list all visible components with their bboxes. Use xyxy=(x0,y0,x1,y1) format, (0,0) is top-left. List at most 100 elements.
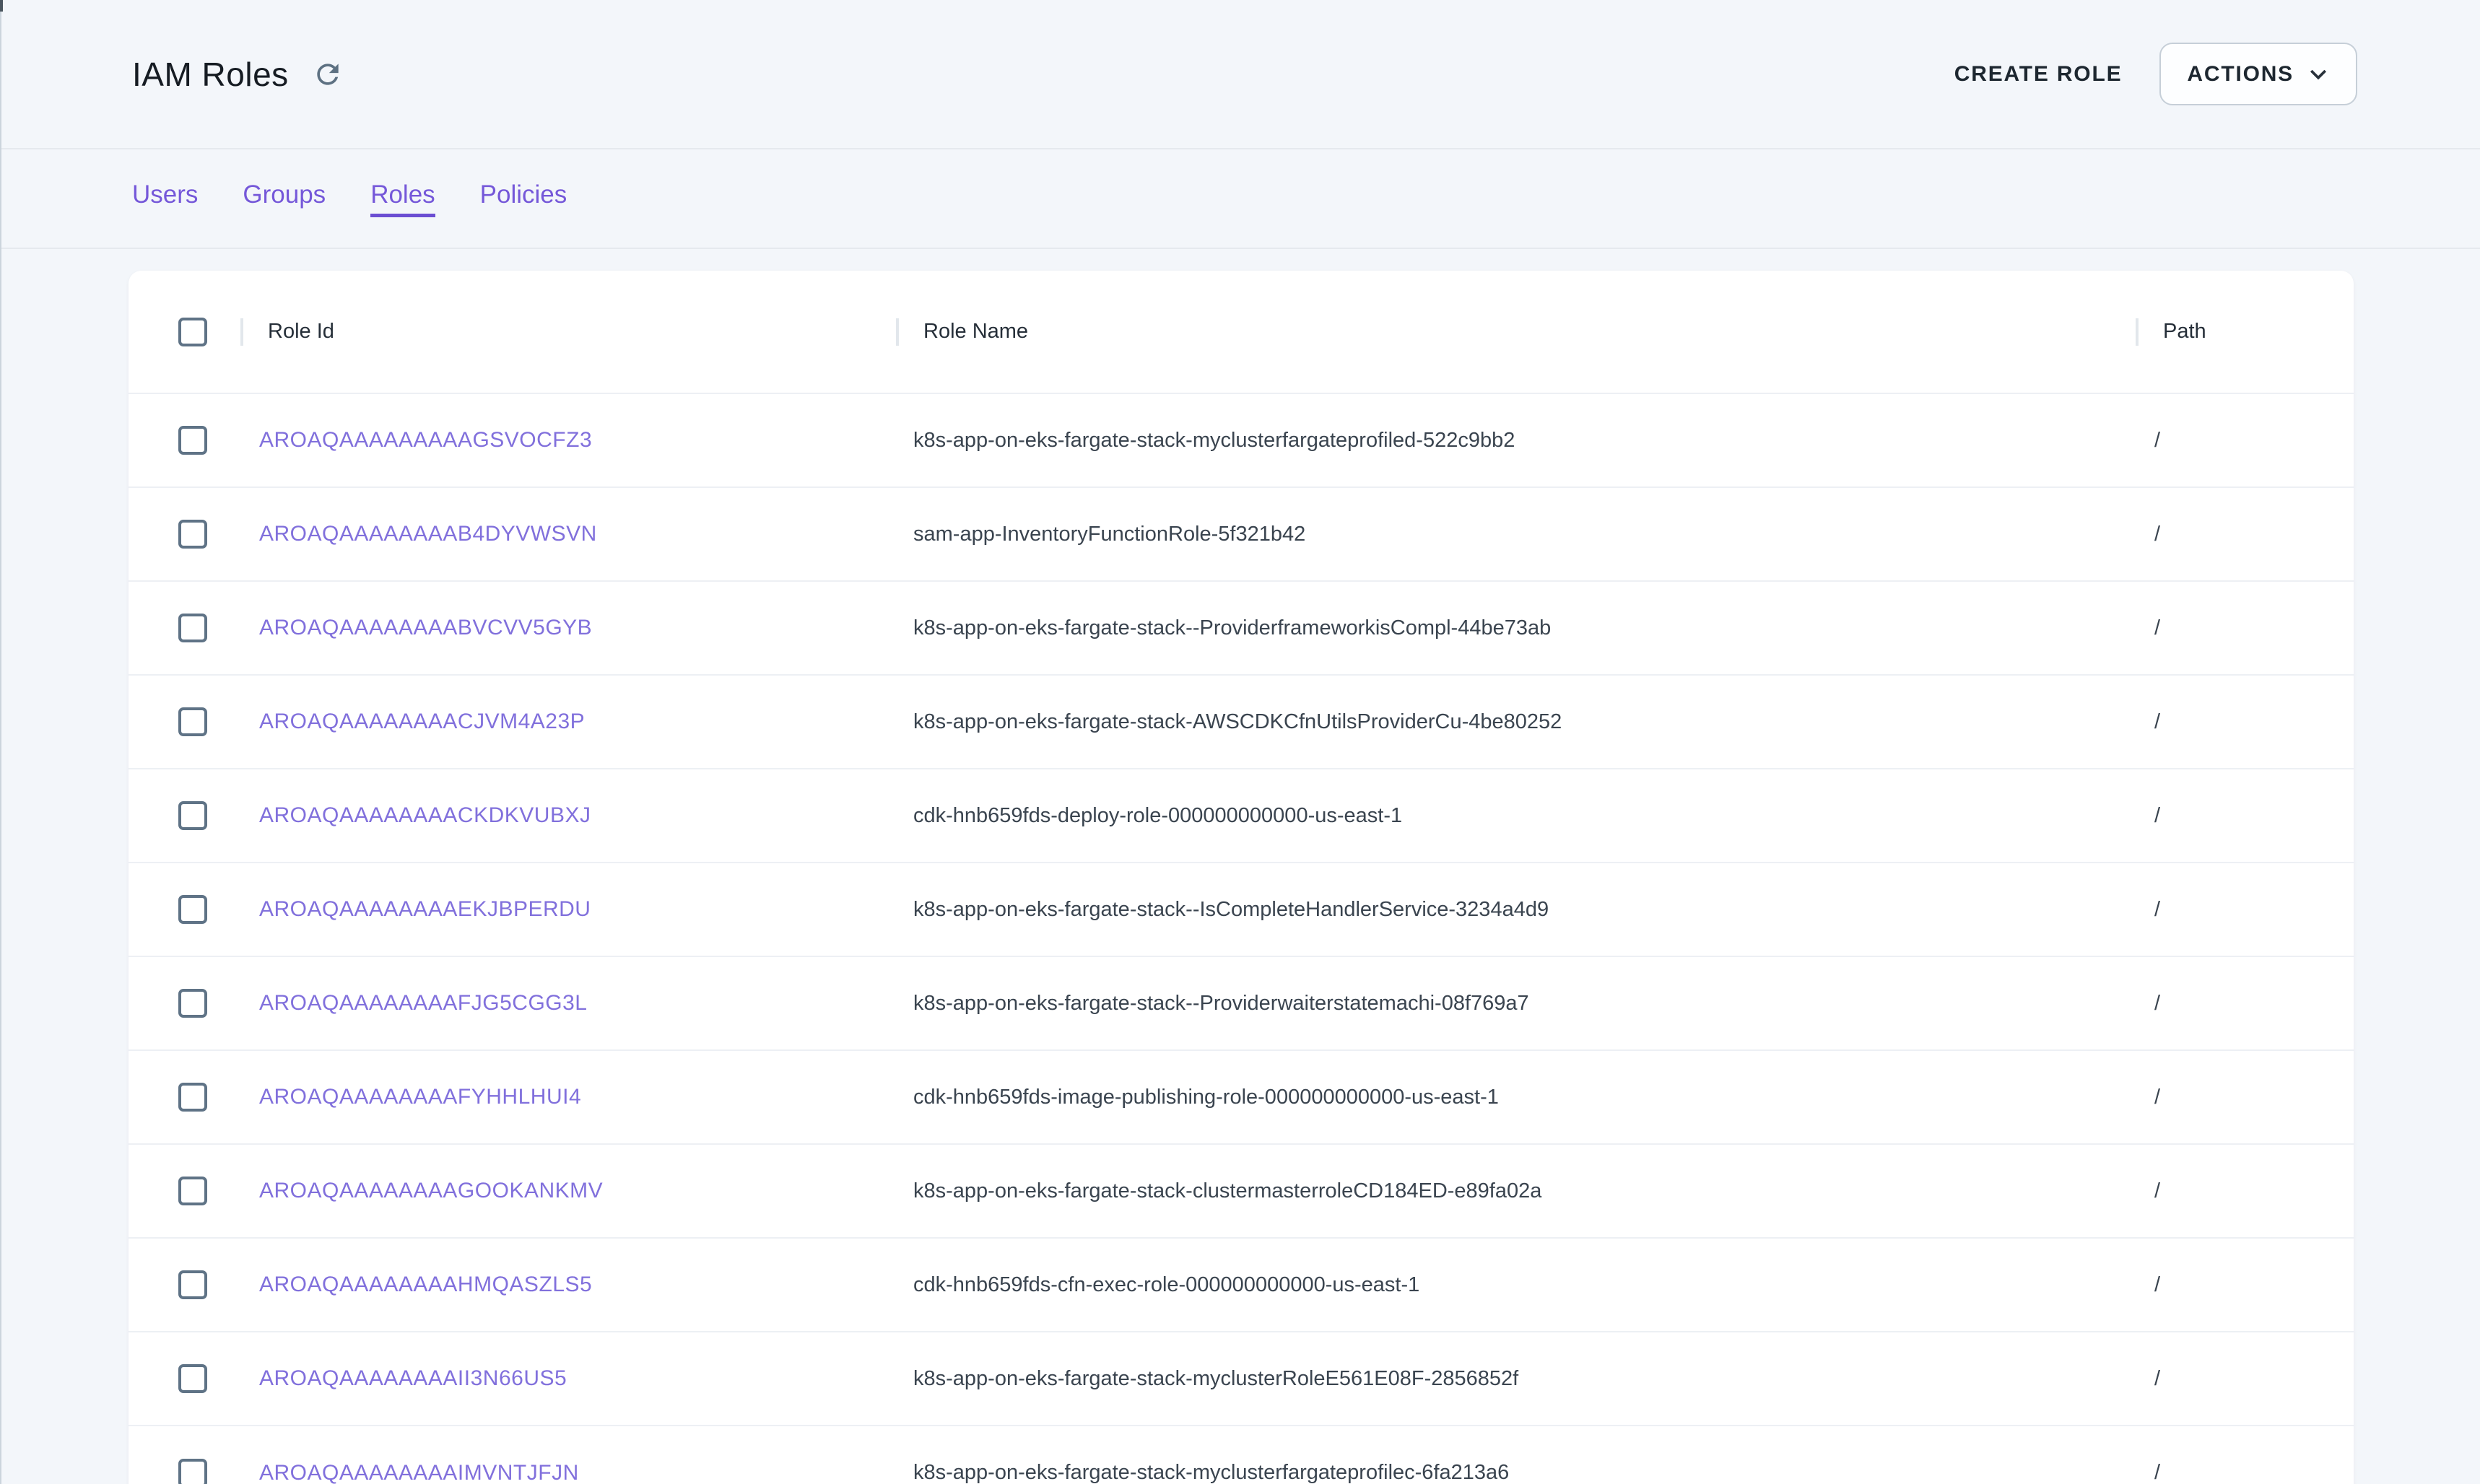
table-row: AROAQAAAAAAAAAGSVOCFZ3 k8s-app-on-eks-fa… xyxy=(129,393,2354,487)
row-checkbox[interactable] xyxy=(178,1270,207,1299)
path-text: / xyxy=(2154,1179,2160,1203)
roles-table-card: Role Id Role Name Path AROAQAAAAAAAAAGSV… xyxy=(129,271,2354,1484)
tab-policies[interactable]: Policies xyxy=(480,180,567,217)
role-id-link[interactable]: AROAQAAAAAAAAII3N66US5 xyxy=(259,1366,567,1390)
top-bar: IAM Roles CREATE ROLE ACTIONS xyxy=(0,0,2480,149)
column-header-role-id: Role Id xyxy=(240,271,896,393)
row-checkbox[interactable] xyxy=(178,1364,207,1393)
role-name-text: k8s-app-on-eks-fargate-stack-myclusterfa… xyxy=(913,429,1515,452)
path-text: / xyxy=(2154,523,2160,546)
role-id-link[interactable]: AROAQAAAAAAAAHMQASZLS5 xyxy=(259,1273,592,1296)
row-checkbox[interactable] xyxy=(178,426,207,455)
actions-button-label: ACTIONS xyxy=(2187,62,2294,87)
create-role-button[interactable]: CREATE ROLE xyxy=(1954,62,2123,87)
iam-tabs: Users Groups Roles Policies xyxy=(0,149,2480,249)
role-id-cell: AROAQAAAAAAAAGOOKANKMV xyxy=(240,1144,896,1238)
actions-dropdown-button[interactable]: ACTIONS xyxy=(2159,43,2357,105)
row-checkbox[interactable] xyxy=(178,520,207,549)
role-name-cell: k8s-app-on-eks-fargate-stack--Providerfr… xyxy=(896,581,2136,675)
row-checkbox[interactable] xyxy=(178,1459,207,1484)
row-checkbox-cell xyxy=(129,1426,240,1484)
left-edge-nub xyxy=(0,0,3,12)
row-checkbox[interactable] xyxy=(178,895,207,924)
role-name-cell: k8s-app-on-eks-fargate-stack-myclusterRo… xyxy=(896,1332,2136,1426)
content-area: Role Id Role Name Path AROAQAAAAAAAAAGSV… xyxy=(0,249,2480,1484)
role-id-cell: AROAQAAAAAAAAFYHHLHUI4 xyxy=(240,1050,896,1144)
row-checkbox[interactable] xyxy=(178,1177,207,1205)
role-id-link[interactable]: AROAQAAAAAAAABVCVV5GYB xyxy=(259,616,592,640)
role-id-link[interactable]: AROAQAAAAAAAAFYHHLHUI4 xyxy=(259,1085,581,1109)
select-all-cell xyxy=(129,271,240,393)
table-row: AROAQAAAAAAAAII3N66US5 k8s-app-on-eks-fa… xyxy=(129,1332,2354,1426)
role-id-link[interactable]: AROAQAAAAAAAAB4DYVWSVN xyxy=(259,522,597,546)
table-row: AROAQAAAAAAAAFJG5CGG3L k8s-app-on-eks-fa… xyxy=(129,956,2354,1050)
role-name-text: sam-app-InventoryFunctionRole-5f321b42 xyxy=(913,523,1305,546)
path-cell: / xyxy=(2136,1050,2354,1144)
role-id-link[interactable]: AROAQAAAAAAAAFJG5CGG3L xyxy=(259,991,587,1015)
path-text: / xyxy=(2154,992,2160,1015)
topbar-actions: CREATE ROLE ACTIONS xyxy=(1954,43,2357,105)
row-checkbox-cell xyxy=(129,1332,240,1426)
table-row: AROAQAAAAAAAAHMQASZLS5 cdk-hnb659fds-cfn… xyxy=(129,1238,2354,1332)
path-cell: / xyxy=(2136,956,2354,1050)
select-all-checkbox[interactable] xyxy=(178,318,207,346)
role-name-text: k8s-app-on-eks-fargate-stack-myclusterRo… xyxy=(913,1367,1518,1390)
path-text: / xyxy=(2154,429,2160,452)
refresh-button[interactable] xyxy=(309,56,347,93)
path-cell: / xyxy=(2136,581,2354,675)
role-name-text: k8s-app-on-eks-fargate-stack--Providerfr… xyxy=(913,616,1551,640)
role-name-cell: k8s-app-on-eks-fargate-stack-myclusterfa… xyxy=(896,393,2136,487)
path-text: / xyxy=(2154,898,2160,921)
page-title: IAM Roles xyxy=(132,55,289,94)
row-checkbox-cell xyxy=(129,675,240,769)
row-checkbox-cell xyxy=(129,1144,240,1238)
role-id-cell: AROAQAAAAAAAAIMVNTJFJN xyxy=(240,1426,896,1484)
row-checkbox-cell xyxy=(129,956,240,1050)
role-id-cell: AROAQAAAAAAAAHMQASZLS5 xyxy=(240,1238,896,1332)
tab-groups[interactable]: Groups xyxy=(243,180,326,217)
role-name-text: cdk-hnb659fds-deploy-role-000000000000-u… xyxy=(913,804,1402,827)
row-checkbox[interactable] xyxy=(178,614,207,642)
path-text: / xyxy=(2154,804,2160,827)
role-id-link[interactable]: AROAQAAAAAAAAGOOKANKMV xyxy=(259,1179,603,1203)
role-id-link[interactable]: AROAQAAAAAAAAIMVNTJFJN xyxy=(259,1461,579,1484)
path-cell: / xyxy=(2136,1144,2354,1238)
role-name-cell: cdk-hnb659fds-cfn-exec-role-000000000000… xyxy=(896,1238,2136,1332)
role-name-cell: k8s-app-on-eks-fargate-stack-clustermast… xyxy=(896,1144,2136,1238)
row-checkbox-cell xyxy=(129,1050,240,1144)
path-cell: / xyxy=(2136,1238,2354,1332)
path-cell: / xyxy=(2136,769,2354,863)
role-id-link[interactable]: AROAQAAAAAAAACKDKVUBXJ xyxy=(259,803,591,827)
path-cell: / xyxy=(2136,863,2354,956)
role-name-cell: k8s-app-on-eks-fargate-stack-myclusterfa… xyxy=(896,1426,2136,1484)
row-checkbox[interactable] xyxy=(178,989,207,1018)
role-id-link[interactable]: AROAQAAAAAAAAEKJBPERDU xyxy=(259,897,591,921)
path-text: / xyxy=(2154,1461,2160,1484)
row-checkbox[interactable] xyxy=(178,801,207,830)
path-text: / xyxy=(2154,1273,2160,1296)
row-checkbox-cell xyxy=(129,487,240,581)
tab-users[interactable]: Users xyxy=(132,180,198,217)
role-id-link[interactable]: AROAQAAAAAAAAAGSVOCFZ3 xyxy=(259,428,592,452)
path-text: / xyxy=(2154,710,2160,733)
role-name-text: k8s-app-on-eks-fargate-stack-AWSCDKCfnUt… xyxy=(913,710,1562,733)
table-header-row: Role Id Role Name Path xyxy=(129,271,2354,393)
tab-roles[interactable]: Roles xyxy=(370,180,435,217)
role-name-cell: k8s-app-on-eks-fargate-stack--IsComplete… xyxy=(896,863,2136,956)
row-checkbox[interactable] xyxy=(178,707,207,736)
path-cell: / xyxy=(2136,675,2354,769)
path-cell: / xyxy=(2136,1426,2354,1484)
row-checkbox-cell xyxy=(129,581,240,675)
chevron-down-icon xyxy=(2302,58,2334,90)
role-id-link[interactable]: AROAQAAAAAAAACJVM4A23P xyxy=(259,710,585,733)
role-id-cell: AROAQAAAAAAAAEKJBPERDU xyxy=(240,863,896,956)
role-name-cell: cdk-hnb659fds-image-publishing-role-0000… xyxy=(896,1050,2136,1144)
path-text: / xyxy=(2154,1086,2160,1109)
role-name-text: k8s-app-on-eks-fargate-stack--Providerwa… xyxy=(913,992,1529,1015)
table-row: AROAQAAAAAAAAEKJBPERDU k8s-app-on-eks-fa… xyxy=(129,863,2354,956)
role-id-cell: AROAQAAAAAAAABVCVV5GYB xyxy=(240,581,896,675)
table-row: AROAQAAAAAAAAIMVNTJFJN k8s-app-on-eks-fa… xyxy=(129,1426,2354,1484)
row-checkbox[interactable] xyxy=(178,1083,207,1112)
left-edge-line xyxy=(0,0,1,1484)
role-id-cell: AROAQAAAAAAAAII3N66US5 xyxy=(240,1332,896,1426)
